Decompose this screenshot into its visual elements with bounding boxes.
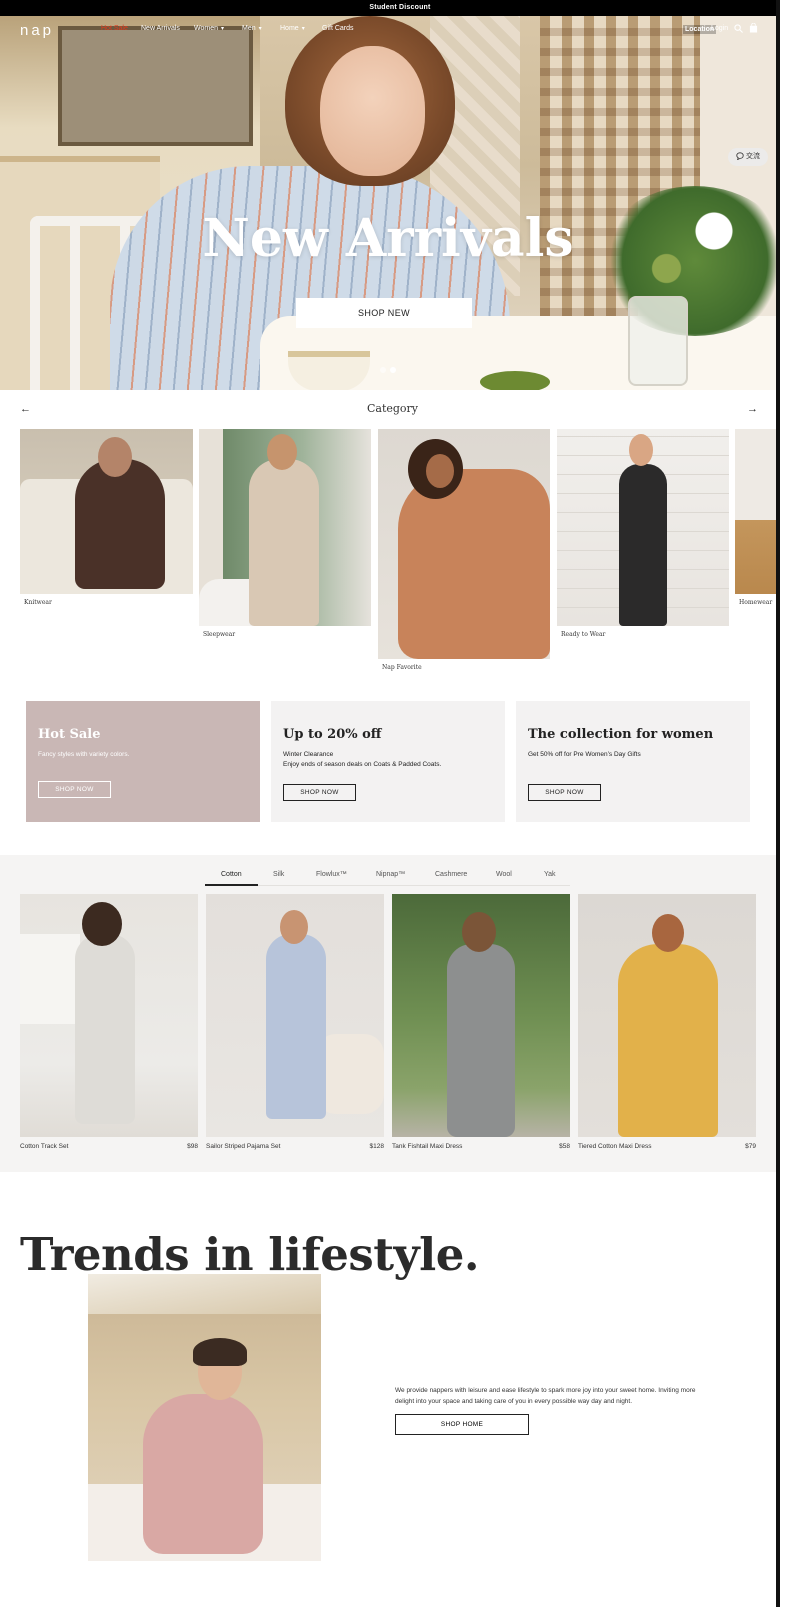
promo-title: The collection for women [528,727,714,742]
hero-carousel-dots [380,367,400,375]
category-card-nap-favorite[interactable]: Nap Favorite [378,429,550,671]
nav-item-new-arrivals[interactable]: New Arrivals [141,25,180,32]
product-image [392,894,570,1137]
promo-text: Winter Clearance [283,751,334,758]
product-name: Tiered Cotton Maxi Dress [578,1143,652,1150]
shop-new-button[interactable]: SHOP NEW [296,298,472,328]
product-name: Tank Fishtail Maxi Dress [392,1143,463,1150]
category-image [557,429,729,626]
product-card[interactable]: Sailor Striped Pajama Set $128 [206,894,384,1150]
search-icon[interactable] [734,24,743,33]
hero-title: New Arrivals [202,208,574,269]
chat-button[interactable]: 交流 [728,148,768,166]
product-image [206,894,384,1137]
lifestyle-title: Trends in lifestyle. [20,1228,480,1281]
carousel-dot-active[interactable] [390,367,396,373]
category-card-knitwear[interactable]: Knitwear [20,429,193,606]
nav-item-label: Home [280,25,299,32]
hero-cup [288,351,370,390]
tab-wool[interactable]: Wool [496,871,512,878]
product-card[interactable]: Cotton Track Set $98 [20,894,198,1150]
category-image [735,429,776,594]
nav-item-home[interactable]: Home ▾ [280,25,305,32]
tab-yak[interactable]: Yak [544,871,556,878]
chat-label: 交流 [746,153,760,160]
chat-bubble-icon [736,152,744,161]
chevron-down-icon: ▾ [301,26,305,32]
login-link[interactable]: Login [711,25,728,32]
product-image [20,894,198,1137]
product-card[interactable]: Tiered Cotton Maxi Dress $79 [578,894,756,1150]
tab-cotton[interactable]: Cotton [221,871,242,878]
nav-item-label: Women [194,25,218,32]
category-image [199,429,371,626]
category-label: Nap Favorite [382,664,422,671]
hero-plate [480,371,550,390]
nav-item-women[interactable]: Women ▾ [194,25,224,32]
product-name: Sailor Striped Pajama Set [206,1143,281,1150]
lifestyle-description: We provide nappers with leisure and ease… [395,1387,696,1405]
category-card-homewear[interactable]: Homewear [735,429,776,606]
main-nav: nap Hot Sale New Arrivals Women ▾ Men ▾ Ho… [0,16,800,44]
product-price: $79 [745,1143,756,1150]
nav-item-gift-cards[interactable]: Gift Cards [322,25,354,32]
category-next-arrow-icon[interactable]: → [747,403,758,415]
category-label: Ready to Wear [561,631,606,638]
product-image [578,894,756,1137]
shop-now-button[interactable]: SHOP NOW [528,784,601,801]
hero-model-face [320,46,425,176]
product-card[interactable]: Tank Fishtail Maxi Dress $58 [392,894,570,1150]
category-label: Sleepwear [203,631,236,638]
category-card-sleepwear[interactable]: Sleepwear [199,429,371,638]
nav-item-men[interactable]: Men ▾ [242,25,262,32]
category-card-ready-to-wear[interactable]: Ready to Wear [557,429,729,638]
shop-home-button[interactable]: SHOP HOME [395,1414,529,1435]
carousel-dot[interactable] [380,367,386,373]
promo-title: Up to 20% off [283,727,382,742]
brand-logo[interactable]: nap [20,22,54,39]
nav-item-label: Men [242,25,256,32]
tab-flowlux[interactable]: Flowlux™ [316,871,347,878]
product-price: $98 [187,1143,198,1150]
active-tab-indicator [205,884,258,886]
shopping-bag-icon[interactable] [749,23,758,33]
category-label: Homewear [739,599,773,606]
tab-divider [205,885,570,886]
category-title: Category [366,402,419,415]
hero-bg-window [58,26,253,146]
product-name: Cotton Track Set [20,1143,69,1150]
announcement-bar[interactable]: Student Discount [0,0,800,16]
category-image [378,429,550,659]
promo-text: Enjoy ends of season deals on Coats & Pa… [283,761,442,768]
promo-title: Hot Sale [38,727,101,742]
promo-text: Fancy styles with variety colors. [38,751,130,758]
nav-item-hot-sale[interactable]: Hot Sale [101,25,128,32]
category-label: Knitwear [24,599,52,606]
hero-vase [628,296,688,386]
chevron-down-icon: ▾ [258,26,262,32]
shop-now-button[interactable]: SHOP NOW [283,784,356,801]
tab-nipnap[interactable]: Nipnap™ [376,871,405,878]
product-price: $58 [559,1143,570,1150]
category-image [20,429,193,594]
promo-card-collection-for-women[interactable]: The collection for women Get 50% off for… [516,701,750,822]
tab-cashmere[interactable]: Cashmere [435,871,467,878]
promo-text: Get 50% off for Pre Women’s Day Gifts [528,751,641,758]
promo-card-hot-sale[interactable]: Hot Sale Fancy styles with variety color… [26,701,260,822]
tab-silk[interactable]: Silk [273,871,284,878]
shop-now-button[interactable]: SHOP NOW [38,781,111,798]
page-margin [780,0,800,1607]
chevron-down-icon: ▾ [221,26,225,32]
product-price: $128 [369,1143,384,1150]
hero-banner [0,16,800,390]
promo-card-up-to-20-off[interactable]: Up to 20% off Winter Clearance Enjoy end… [271,701,505,822]
lifestyle-image [88,1274,321,1561]
